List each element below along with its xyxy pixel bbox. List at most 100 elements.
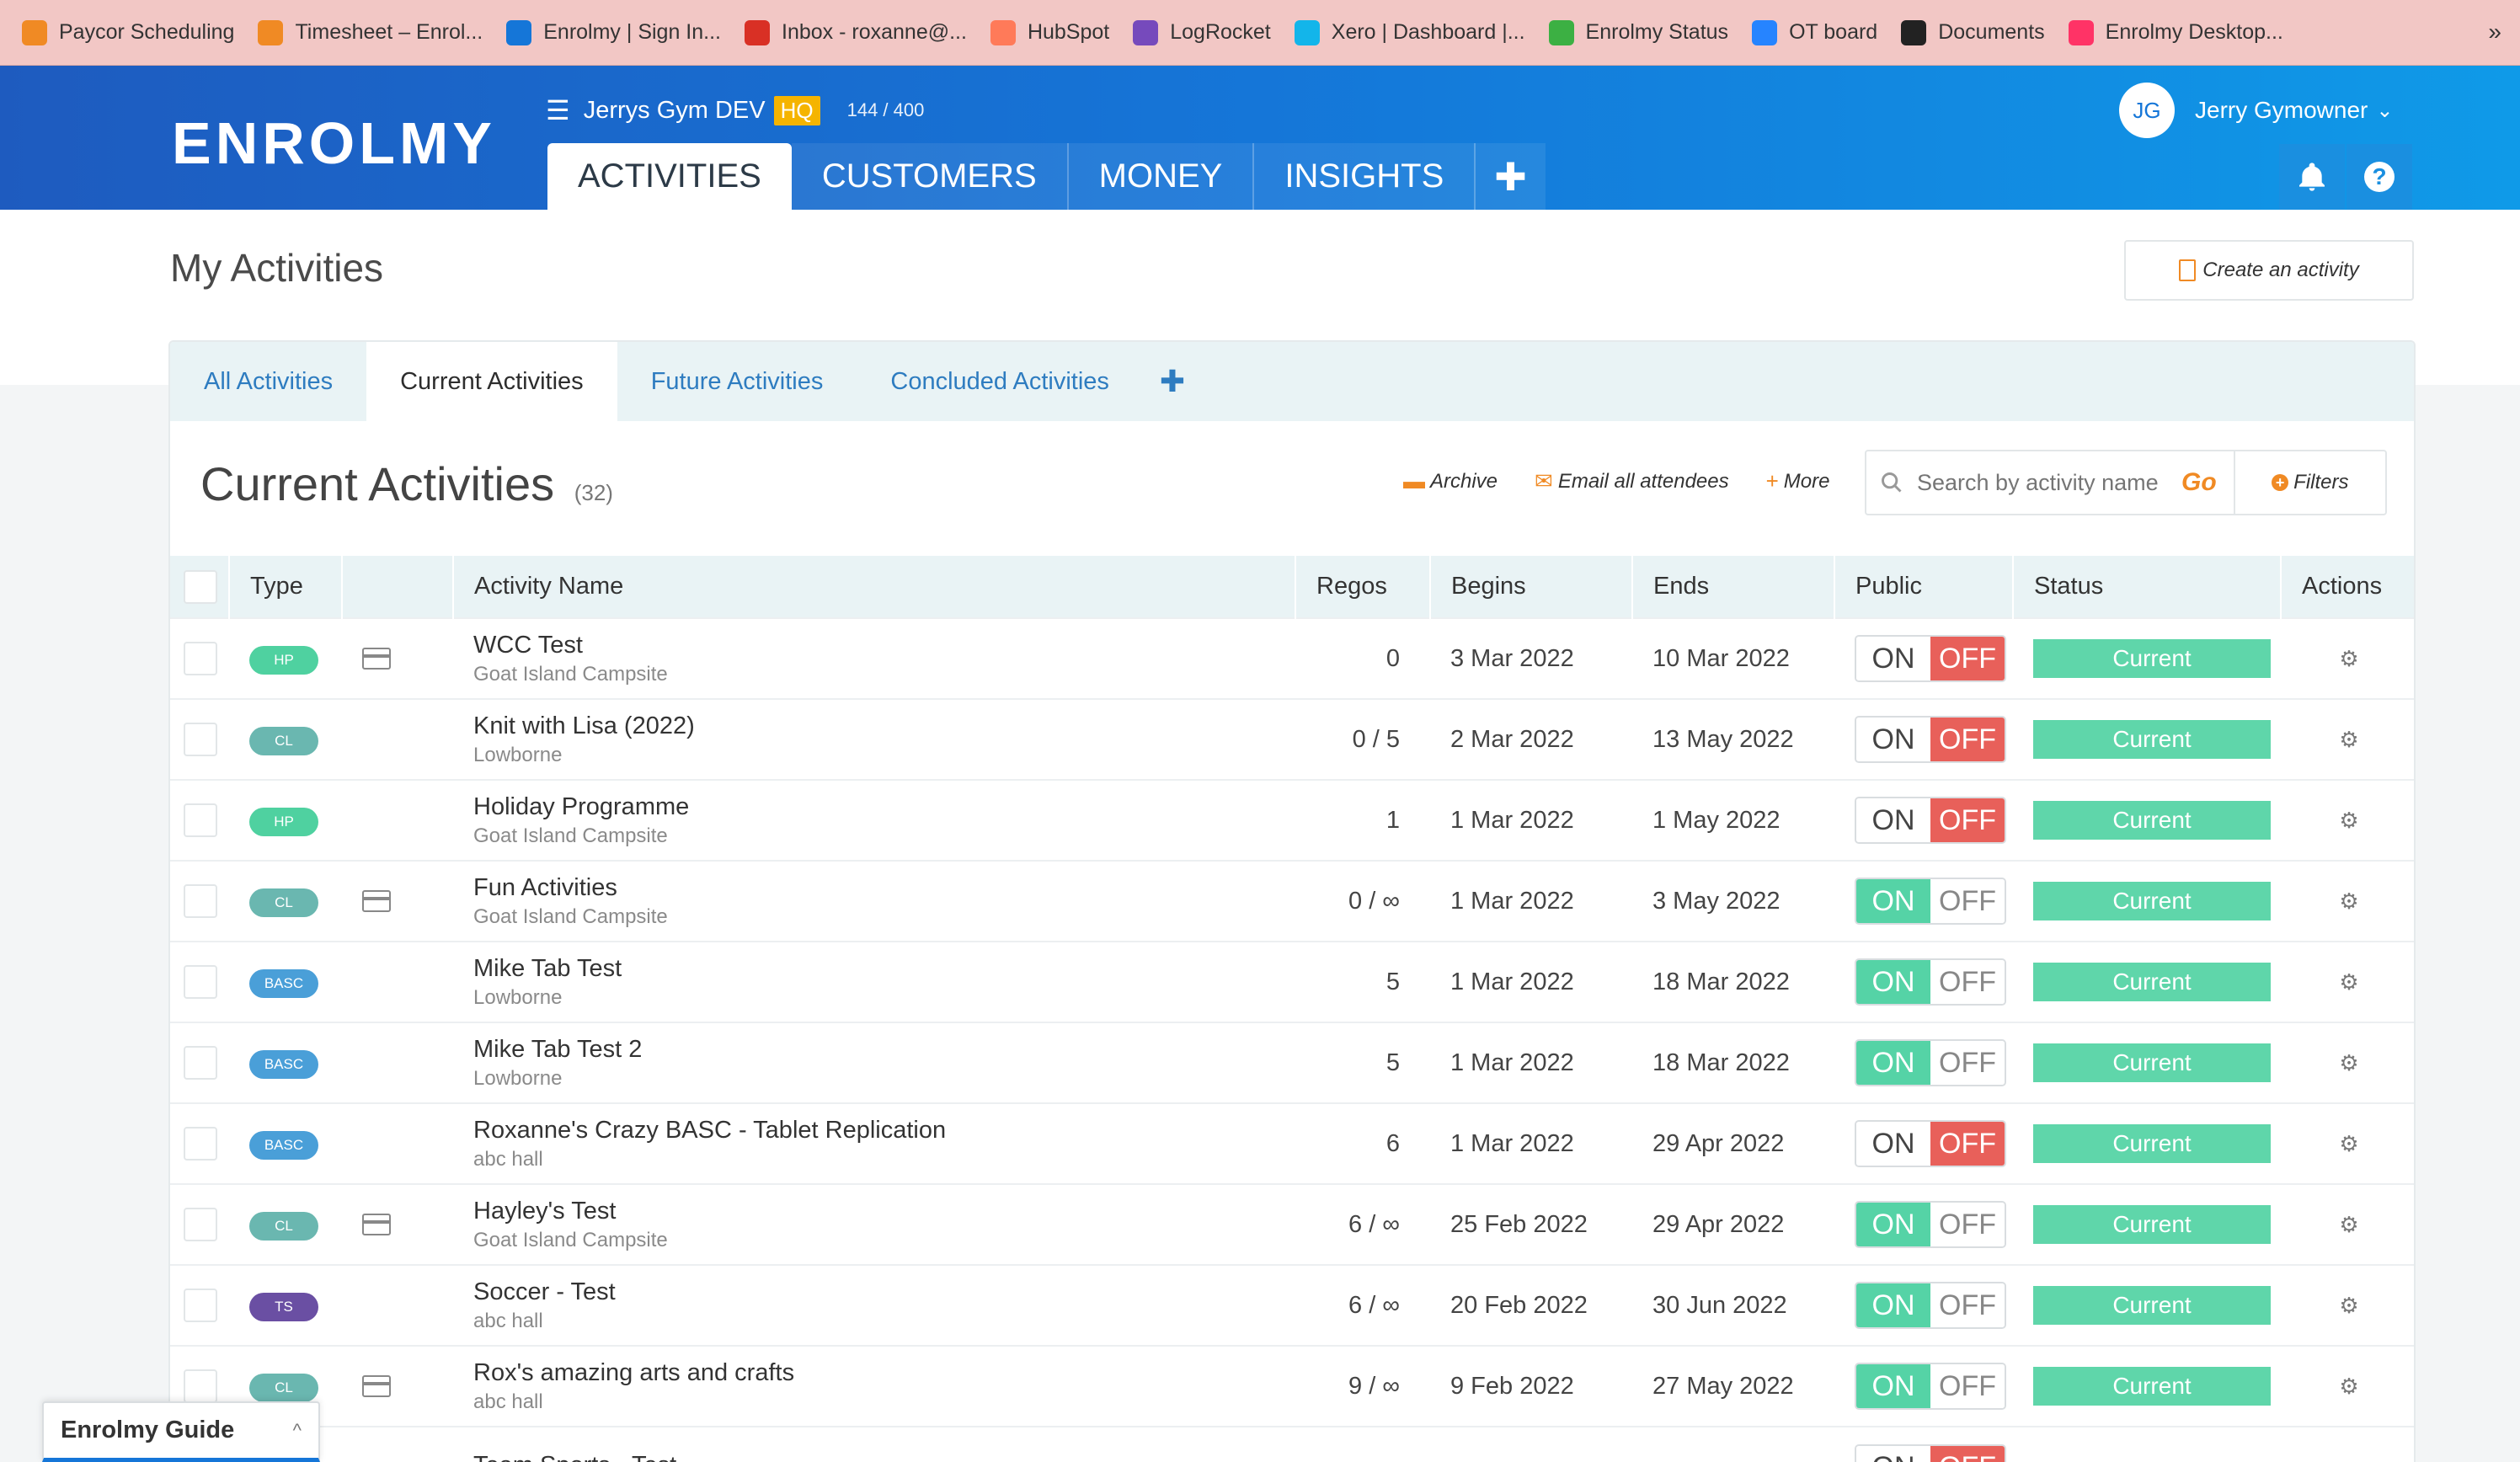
- tab-customers[interactable]: CUSTOMERS: [791, 143, 1069, 210]
- activity-name-link[interactable]: Mike Tab Test: [473, 955, 1295, 983]
- toggle-off[interactable]: OFF: [1930, 1041, 2005, 1085]
- enrolmy-logo[interactable]: ENROLMY: [172, 109, 496, 177]
- bookmark-item[interactable]: Enrolmy Status: [1548, 19, 1728, 45]
- bookmark-item[interactable]: Paycor Scheduling: [22, 19, 234, 45]
- public-toggle[interactable]: ON OFF: [1855, 1120, 2006, 1167]
- row-checkbox[interactable]: [184, 1289, 217, 1322]
- more-button[interactable]: + More: [1766, 468, 1830, 494]
- col-regos[interactable]: Regos: [1295, 556, 1431, 618]
- toggle-on[interactable]: ON: [1856, 1041, 1930, 1085]
- activity-name-link[interactable]: Mike Tab Test 2: [473, 1036, 1295, 1064]
- toggle-on[interactable]: ON: [1856, 1122, 1930, 1166]
- bookmark-item[interactable]: OT board: [1752, 19, 1877, 45]
- avatar[interactable]: JG: [2119, 83, 2175, 138]
- table-row[interactable]: HP Holiday Programme Goat Island Campsit…: [170, 779, 2414, 861]
- toggle-on[interactable]: ON: [1856, 798, 1930, 842]
- gear-icon[interactable]: ⚙: [2339, 727, 2358, 752]
- org-switcher[interactable]: ☰ Jerrys Gym DEV HQ 144 / 400: [546, 94, 924, 126]
- toggle-off[interactable]: OFF: [1930, 1445, 2005, 1462]
- gear-icon[interactable]: ⚙: [2339, 888, 2358, 914]
- gear-icon[interactable]: ⚙: [2339, 646, 2358, 671]
- toggle-on[interactable]: ON: [1856, 1203, 1930, 1246]
- help-button[interactable]: ?: [2346, 144, 2412, 210]
- subtab-concluded-activities[interactable]: Concluded Activities: [857, 342, 1143, 421]
- chevron-down-icon[interactable]: ⌄: [2376, 99, 2393, 123]
- table-row[interactable]: BASC Mike Tab Test Lowborne 5 1 Mar 2022…: [170, 941, 2414, 1022]
- bookmark-item[interactable]: Documents: [1901, 19, 2045, 45]
- row-checkbox[interactable]: [184, 723, 217, 756]
- toggle-off[interactable]: OFF: [1930, 879, 2005, 923]
- gear-icon[interactable]: ⚙: [2339, 1293, 2358, 1318]
- gear-icon[interactable]: ⚙: [2339, 1212, 2358, 1237]
- tab-activities[interactable]: ACTIVITIES: [547, 143, 792, 210]
- org-name[interactable]: Jerrys Gym DEV: [584, 97, 766, 125]
- public-toggle[interactable]: ON OFF: [1855, 716, 2006, 763]
- row-checkbox[interactable]: [184, 965, 217, 999]
- table-row[interactable]: BASC Mike Tab Test 2 Lowborne 5 1 Mar 20…: [170, 1022, 2414, 1103]
- toggle-off[interactable]: OFF: [1930, 798, 2005, 842]
- user-menu[interactable]: JG Jerry Gymowner ⌄: [2119, 83, 2393, 138]
- add-tab-icon[interactable]: ✚: [1476, 143, 1546, 210]
- row-checkbox[interactable]: [184, 642, 217, 675]
- table-row[interactable]: HP WCC Test Goat Island Campsite 0 3 Mar…: [170, 617, 2414, 699]
- subtab-current-activities[interactable]: Current Activities: [366, 342, 617, 421]
- toggle-on[interactable]: ON: [1856, 1445, 1930, 1462]
- public-toggle[interactable]: ON OFF: [1855, 1282, 2006, 1329]
- row-checkbox[interactable]: [184, 1208, 217, 1241]
- tab-money[interactable]: MONEY: [1068, 143, 1255, 210]
- toggle-on[interactable]: ON: [1856, 1283, 1930, 1327]
- subtab-all-activities[interactable]: All Activities: [170, 342, 366, 421]
- public-toggle[interactable]: ON OFF: [1855, 1443, 2006, 1462]
- activity-name-link[interactable]: Fun Activities: [473, 874, 1295, 902]
- bookmark-item[interactable]: HubSpot: [990, 19, 1109, 45]
- public-toggle[interactable]: ON OFF: [1855, 878, 2006, 925]
- create-activity-button[interactable]: Create an activity: [2124, 240, 2414, 301]
- gear-icon[interactable]: ⚙: [2339, 969, 2358, 995]
- table-row[interactable]: Team Sports - Test ON OFF: [170, 1426, 2414, 1462]
- row-checkbox[interactable]: [184, 1127, 217, 1161]
- toggle-off[interactable]: OFF: [1930, 960, 2005, 1004]
- activity-name-link[interactable]: Hayley's Test: [473, 1198, 1295, 1225]
- row-checkbox[interactable]: [184, 1369, 217, 1403]
- activity-name-link[interactable]: Team Sports - Test: [473, 1452, 1295, 1462]
- activity-name-link[interactable]: Roxanne's Crazy BASC - Tablet Replicatio…: [473, 1117, 1295, 1145]
- col-status[interactable]: Status: [2013, 556, 2282, 618]
- bookmark-item[interactable]: Xero | Dashboard |...: [1294, 19, 1525, 45]
- notifications-button[interactable]: [2279, 144, 2345, 210]
- public-toggle[interactable]: ON OFF: [1855, 797, 2006, 844]
- col-activity-name[interactable]: Activity Name: [453, 556, 1296, 618]
- toggle-on[interactable]: ON: [1856, 879, 1930, 923]
- bookmark-item[interactable]: LogRocket: [1133, 19, 1271, 45]
- col-ends[interactable]: Ends: [1632, 556, 1835, 618]
- activity-name-link[interactable]: Soccer - Test: [473, 1278, 1295, 1306]
- toggle-on[interactable]: ON: [1856, 637, 1930, 680]
- filters-button[interactable]: + Filters: [2233, 451, 2385, 514]
- toggle-off[interactable]: OFF: [1930, 637, 2005, 680]
- toggle-off[interactable]: OFF: [1930, 1122, 2005, 1166]
- activity-name-link[interactable]: WCC Test: [473, 632, 1295, 659]
- public-toggle[interactable]: ON OFF: [1855, 1363, 2006, 1410]
- user-name[interactable]: Jerry Gymowner: [2195, 97, 2368, 124]
- toggle-on[interactable]: ON: [1856, 718, 1930, 761]
- chevron-up-icon[interactable]: ^: [293, 1420, 302, 1442]
- row-checkbox[interactable]: [184, 1046, 217, 1080]
- toggle-off[interactable]: OFF: [1930, 1364, 2005, 1408]
- tab-insights[interactable]: INSIGHTS: [1254, 143, 1476, 210]
- subtab-future-activities[interactable]: Future Activities: [617, 342, 857, 421]
- activity-name-link[interactable]: Knit with Lisa (2022): [473, 712, 1295, 740]
- menu-icon[interactable]: ☰: [546, 94, 570, 126]
- email-all-button[interactable]: ✉ Email all attendees: [1535, 468, 1729, 494]
- bookmark-item[interactable]: Timesheet – Enrol...: [258, 19, 483, 45]
- toggle-off[interactable]: OFF: [1930, 1283, 2005, 1327]
- more-bookmarks-icon[interactable]: »: [2488, 19, 2501, 45]
- bookmark-item[interactable]: Enrolmy Desktop...: [2068, 19, 2283, 45]
- row-checkbox[interactable]: [184, 803, 217, 837]
- public-toggle[interactable]: ON OFF: [1855, 1039, 2006, 1086]
- bookmark-item[interactable]: Inbox - roxanne@...: [745, 19, 967, 45]
- search-input[interactable]: [1917, 469, 2170, 496]
- activity-name-link[interactable]: Holiday Programme: [473, 793, 1295, 821]
- bookmark-item[interactable]: Enrolmy | Sign In...: [506, 19, 721, 45]
- table-row[interactable]: CL Fun Activities Goat Island Campsite 0…: [170, 860, 2414, 942]
- select-all-checkbox[interactable]: [184, 569, 217, 604]
- gear-icon[interactable]: ⚙: [2339, 1131, 2358, 1156]
